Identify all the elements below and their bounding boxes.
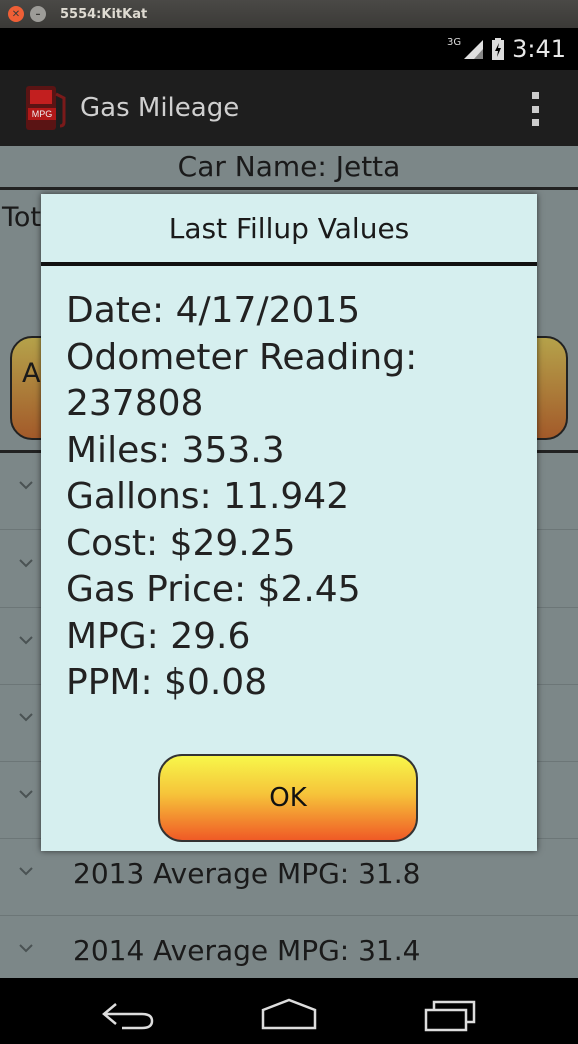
fillup-odometer-label: Odometer Reading: (66, 336, 418, 378)
signal-icon (464, 40, 484, 59)
ok-button[interactable]: OK (158, 754, 418, 842)
chevron-down-icon (19, 559, 33, 568)
overflow-menu-icon[interactable] (532, 92, 540, 126)
totals-label: Tot (2, 202, 42, 233)
chevron-down-icon (19, 636, 33, 645)
fillup-odometer-value: 237808 (66, 383, 204, 424)
chevron-down-icon (19, 790, 33, 799)
battery-icon (492, 38, 505, 60)
status-clock: 3:41 (512, 35, 566, 63)
app-icon-label: MPG (32, 109, 53, 119)
dialog-body: Date: 4/17/2015 Odometer Reading: 237808… (41, 266, 537, 707)
window-title: 5554:KitKat (60, 6, 148, 22)
recents-icon[interactable] (420, 998, 480, 1032)
status-bar: 3G 3:41 (0, 28, 578, 70)
back-icon[interactable] (98, 998, 158, 1032)
fillup-mpg: MPG: 29.6 (66, 615, 251, 657)
window-close-icon[interactable]: ✕ (8, 6, 24, 22)
navigation-bar (0, 978, 578, 1044)
list-item[interactable]: 2014 Average MPG: 31.4 (0, 916, 578, 978)
fillup-date: Date: 4/17/2015 (66, 290, 361, 331)
home-icon[interactable] (259, 998, 319, 1032)
fillup-miles: Miles: 353.3 (66, 429, 285, 471)
chevron-down-icon (19, 944, 33, 953)
list-item-label: 2013 Average MPG: 31.8 (73, 857, 421, 890)
list-item-label: 2014 Average MPG: 31.4 (73, 934, 421, 967)
fillup-ppm: PPM: $0.08 (66, 662, 268, 703)
fillup-gas-price: Gas Price: $2.45 (66, 569, 361, 610)
dialog-title: Last Fillup Values (168, 211, 410, 245)
fillup-gallons: Gallons: 11.942 (66, 476, 350, 517)
window-titlebar: ✕ – 5554:KitKat (0, 0, 578, 28)
gas-pump-icon[interactable]: MPG (22, 84, 70, 132)
last-fillup-dialog: Last Fillup Values Date: 4/17/2015 Odome… (41, 194, 537, 851)
action-button-left-label: A (22, 358, 41, 389)
action-bar: MPG Gas Mileage (0, 70, 578, 146)
app-title: Gas Mileage (80, 93, 240, 123)
chevron-down-icon (19, 713, 33, 722)
window-minimize-icon[interactable]: – (30, 6, 46, 22)
car-name-header: Car Name: Jetta (0, 146, 578, 190)
network-type: 3G (446, 36, 462, 48)
chevron-down-icon (19, 867, 33, 876)
chevron-down-icon (19, 481, 33, 490)
fillup-cost: Cost: $29.25 (66, 522, 296, 564)
